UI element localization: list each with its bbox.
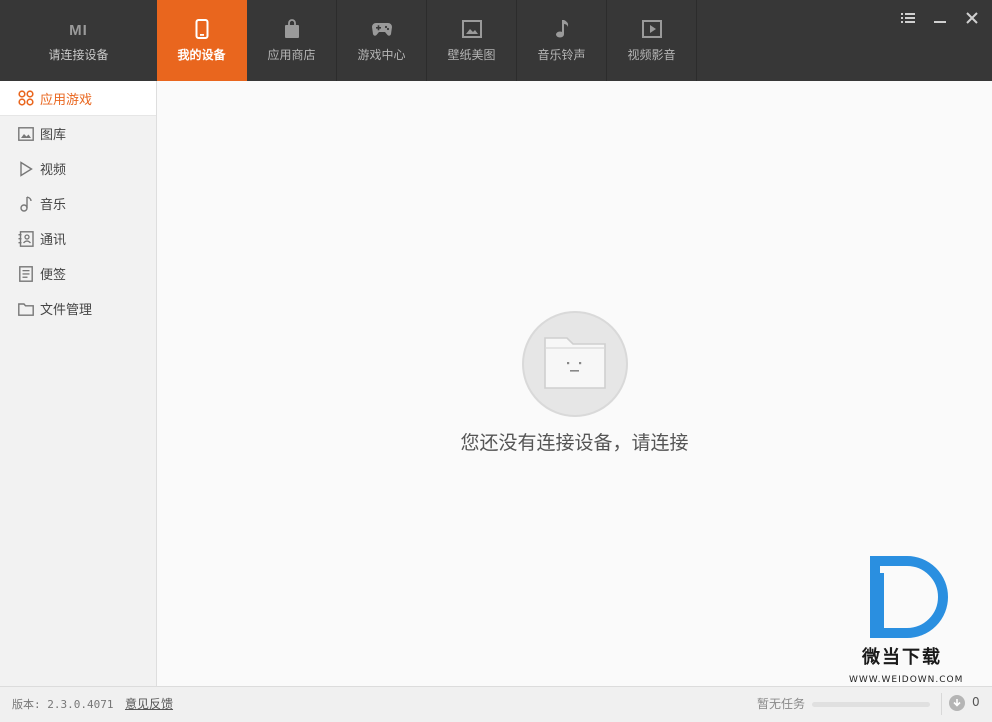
sidebar: 应用游戏 图库 视频 音乐 通讯 便签 文件管理	[0, 81, 157, 686]
gamepad-icon	[371, 18, 393, 40]
folder-icon	[18, 301, 34, 317]
picture-icon	[461, 18, 483, 40]
tab-label: 我的设备	[177, 48, 226, 62]
top-bar: MI 请连接设备 我的设备 应用商店 游戏中心 壁纸美图 音乐铃声 视频影音	[0, 0, 992, 81]
tab-label: 游戏中心	[357, 48, 406, 62]
music-note-icon	[18, 195, 34, 212]
window-controls	[898, 8, 982, 28]
sidebar-item-label: 应用游戏	[40, 92, 93, 108]
weidown-logo-icon	[870, 556, 948, 638]
tab-app-store[interactable]: 应用商店	[247, 0, 337, 81]
watermark-url: WWW.WEIDOWN.COM	[849, 675, 964, 685]
feedback-link[interactable]: 意见反馈	[125, 695, 173, 712]
status-bar: 版本: 2.3.0.4071 意见反馈 暂无任务 0	[0, 686, 992, 722]
sidebar-item-notes[interactable]: 便签	[0, 256, 156, 291]
sidebar-item-apps-games[interactable]: 应用游戏	[0, 81, 156, 116]
main-tabs: 我的设备 应用商店 游戏中心 壁纸美图 音乐铃声 视频影音	[157, 0, 697, 81]
main-content: 您还没有连接设备，请连接 微当下载 WWW.WEIDOWN.COM	[157, 81, 992, 686]
close-icon[interactable]	[962, 8, 982, 28]
music-note-icon	[551, 18, 573, 40]
sidebar-item-label: 文件管理	[40, 303, 93, 318]
watermark-brand: 微当下载	[862, 647, 942, 668]
play-triangle-icon	[18, 160, 34, 177]
sidebar-item-label: 通讯	[40, 233, 67, 248]
tab-label: 应用商店	[267, 48, 316, 62]
download-icon[interactable]	[949, 695, 965, 711]
phone-icon	[191, 18, 213, 40]
sidebar-item-label: 图库	[40, 128, 67, 143]
sidebar-item-file-manager[interactable]: 文件管理	[0, 291, 156, 326]
sidebar-item-label: 音乐	[40, 198, 67, 213]
download-count: 0	[972, 695, 980, 709]
version-label: 版本: 2.3.0.4071	[12, 698, 114, 711]
sidebar-item-gallery[interactable]: 图库	[0, 116, 156, 151]
menu-icon[interactable]	[898, 8, 918, 28]
tab-label: 视频影音	[627, 48, 676, 62]
sad-folder-icon	[543, 334, 607, 394]
watermark-logo: 微当下载 WWW.WEIDOWN.COM	[847, 553, 967, 693]
mi-logo: MI	[69, 22, 88, 39]
tab-label: 音乐铃声	[537, 48, 586, 62]
tab-my-device[interactable]: 我的设备	[157, 0, 247, 81]
sidebar-item-contacts[interactable]: 通讯	[0, 221, 156, 256]
sidebar-item-video[interactable]: 视频	[0, 151, 156, 186]
image-icon	[18, 126, 34, 142]
sidebar-item-label: 便签	[40, 268, 67, 283]
video-play-icon	[641, 18, 663, 40]
tab-wallpaper[interactable]: 壁纸美图	[427, 0, 517, 81]
tab-label: 壁纸美图	[447, 48, 496, 62]
tab-game-center[interactable]: 游戏中心	[337, 0, 427, 81]
sidebar-item-label: 视频	[40, 163, 67, 178]
shopping-bag-icon	[281, 18, 303, 40]
minimize-icon[interactable]	[930, 8, 950, 28]
tab-music-ringtone[interactable]: 音乐铃声	[517, 0, 607, 81]
empty-state-illustration	[522, 311, 628, 417]
status-divider	[941, 693, 942, 715]
empty-state-message: 您还没有连接设备，请连接	[460, 432, 689, 454]
device-connect-area[interactable]: MI 请连接设备	[0, 0, 157, 81]
device-status-label: 请连接设备	[48, 48, 109, 62]
task-status-label: 暂无任务	[757, 697, 806, 711]
contacts-icon	[18, 230, 34, 247]
task-progress-bar	[812, 702, 930, 707]
sidebar-item-music[interactable]: 音乐	[0, 186, 156, 221]
tab-video[interactable]: 视频影音	[607, 0, 697, 81]
apps-grid-icon	[18, 90, 34, 106]
note-icon	[18, 265, 34, 282]
